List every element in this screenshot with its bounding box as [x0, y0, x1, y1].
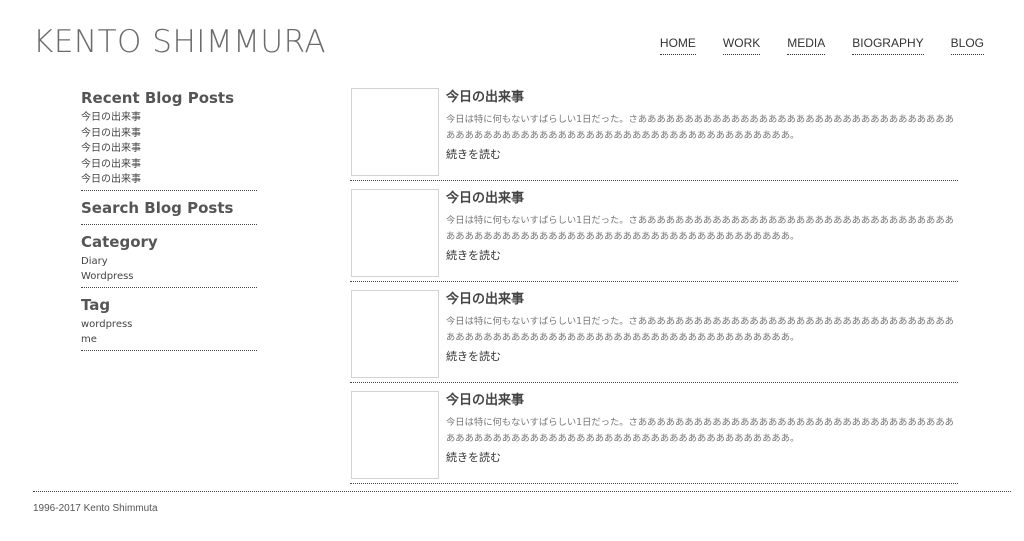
sidebar: Recent Blog Posts 今日の出来事 今日の出来事 今日の出来事 今…	[81, 88, 257, 358]
post-body: 今日の出来事 今日は特に何もないすばらしい1日だった。さああああああああああああ…	[446, 392, 956, 465]
tag-link-me[interactable]: me	[81, 332, 257, 348]
read-more-link[interactable]: 続きを読む	[446, 349, 501, 364]
category-widget: Category Diary Wordpress	[81, 232, 257, 288]
recent-posts-list: 今日の出来事 今日の出来事 今日の出来事 今日の出来事 今日の出来事	[81, 110, 257, 188]
category-list: Diary Wordpress	[81, 254, 257, 285]
main-nav: HOME WORK MEDIA BIOGRAPHY BLOG	[659, 36, 984, 55]
post-excerpt: 今日は特に何もないすばらしい1日だった。さあああああああああああああああああああ…	[446, 417, 954, 444]
post-excerpt: 今日は特に何もないすばらしい1日だった。さあああああああああああああああああああ…	[446, 215, 954, 242]
nav-home[interactable]: HOME	[659, 36, 696, 55]
post-item: 今日の出来事 今日は特に何もないすばらしい1日だった。さああああああああああああ…	[350, 290, 958, 383]
post-item: 今日の出来事 今日は特に何もないすばらしい1日だった。さああああああああああああ…	[350, 189, 958, 282]
post-body: 今日の出来事 今日は特に何もないすばらしい1日だった。さああああああああああああ…	[446, 89, 956, 162]
post-body: 今日の出来事 今日は特に何もないすばらしい1日だった。さああああああああああああ…	[446, 291, 956, 364]
recent-post-link[interactable]: 今日の出来事	[81, 172, 257, 188]
read-more-link[interactable]: 続きを読む	[446, 147, 501, 162]
post-thumbnail[interactable]	[351, 391, 439, 479]
recent-post-link[interactable]: 今日の出来事	[81, 110, 257, 126]
nav-blog[interactable]: BLOG	[950, 36, 984, 55]
post-excerpt: 今日は特に何もないすばらしい1日だった。さあああああああああああああああああああ…	[446, 316, 954, 343]
post-thumbnail[interactable]	[351, 88, 439, 176]
tag-list: wordpress me	[81, 317, 257, 348]
post-title[interactable]: 今日の出来事	[446, 190, 956, 208]
category-title: Category	[81, 232, 158, 251]
post-thumbnail[interactable]	[351, 290, 439, 378]
category-link-diary[interactable]: Diary	[81, 254, 257, 270]
post-title[interactable]: 今日の出来事	[446, 392, 956, 410]
recent-post-link[interactable]: 今日の出来事	[81, 157, 257, 173]
tag-title: Tag	[81, 295, 111, 314]
site-title[interactable]: KENTO SHIMMURA	[33, 22, 326, 62]
footer-divider	[33, 491, 1011, 492]
search-widget: Search Blog Posts	[81, 198, 257, 225]
post-title[interactable]: 今日の出来事	[446, 291, 956, 309]
read-more-link[interactable]: 続きを読む	[446, 450, 501, 465]
footer-copyright: 1996-2017 Kento Shimmuta	[33, 503, 158, 514]
recent-post-link[interactable]: 今日の出来事	[81, 141, 257, 157]
recent-posts-title: Recent Blog Posts	[81, 89, 235, 107]
read-more-link[interactable]: 続きを読む	[446, 248, 501, 263]
post-thumbnail[interactable]	[351, 189, 439, 277]
nav-work[interactable]: WORK	[722, 36, 761, 55]
search-posts-title[interactable]: Search Blog Posts	[81, 198, 257, 218]
tag-widget: Tag wordpress me	[81, 295, 257, 351]
recent-post-link[interactable]: 今日の出来事	[81, 126, 257, 142]
post-item: 今日の出来事 今日は特に何もないすばらしい1日だった。さああああああああああああ…	[350, 88, 958, 181]
recent-posts-widget: Recent Blog Posts 今日の出来事 今日の出来事 今日の出来事 今…	[81, 88, 257, 191]
nav-media[interactable]: MEDIA	[787, 36, 826, 55]
category-link-wordpress[interactable]: Wordpress	[81, 269, 257, 285]
post-item: 今日の出来事 今日は特に何もないすばらしい1日だった。さああああああああああああ…	[350, 391, 958, 484]
nav-biography[interactable]: BIOGRAPHY	[852, 36, 924, 55]
tag-link-wordpress[interactable]: wordpress	[81, 317, 257, 333]
post-body: 今日の出来事 今日は特に何もないすばらしい1日だった。さああああああああああああ…	[446, 190, 956, 263]
post-excerpt: 今日は特に何もないすばらしい1日だった。さあああああああああああああああああああ…	[446, 114, 954, 141]
post-list: 今日の出来事 今日は特に何もないすばらしい1日だった。さああああああああああああ…	[350, 88, 958, 492]
post-title[interactable]: 今日の出来事	[446, 89, 956, 107]
